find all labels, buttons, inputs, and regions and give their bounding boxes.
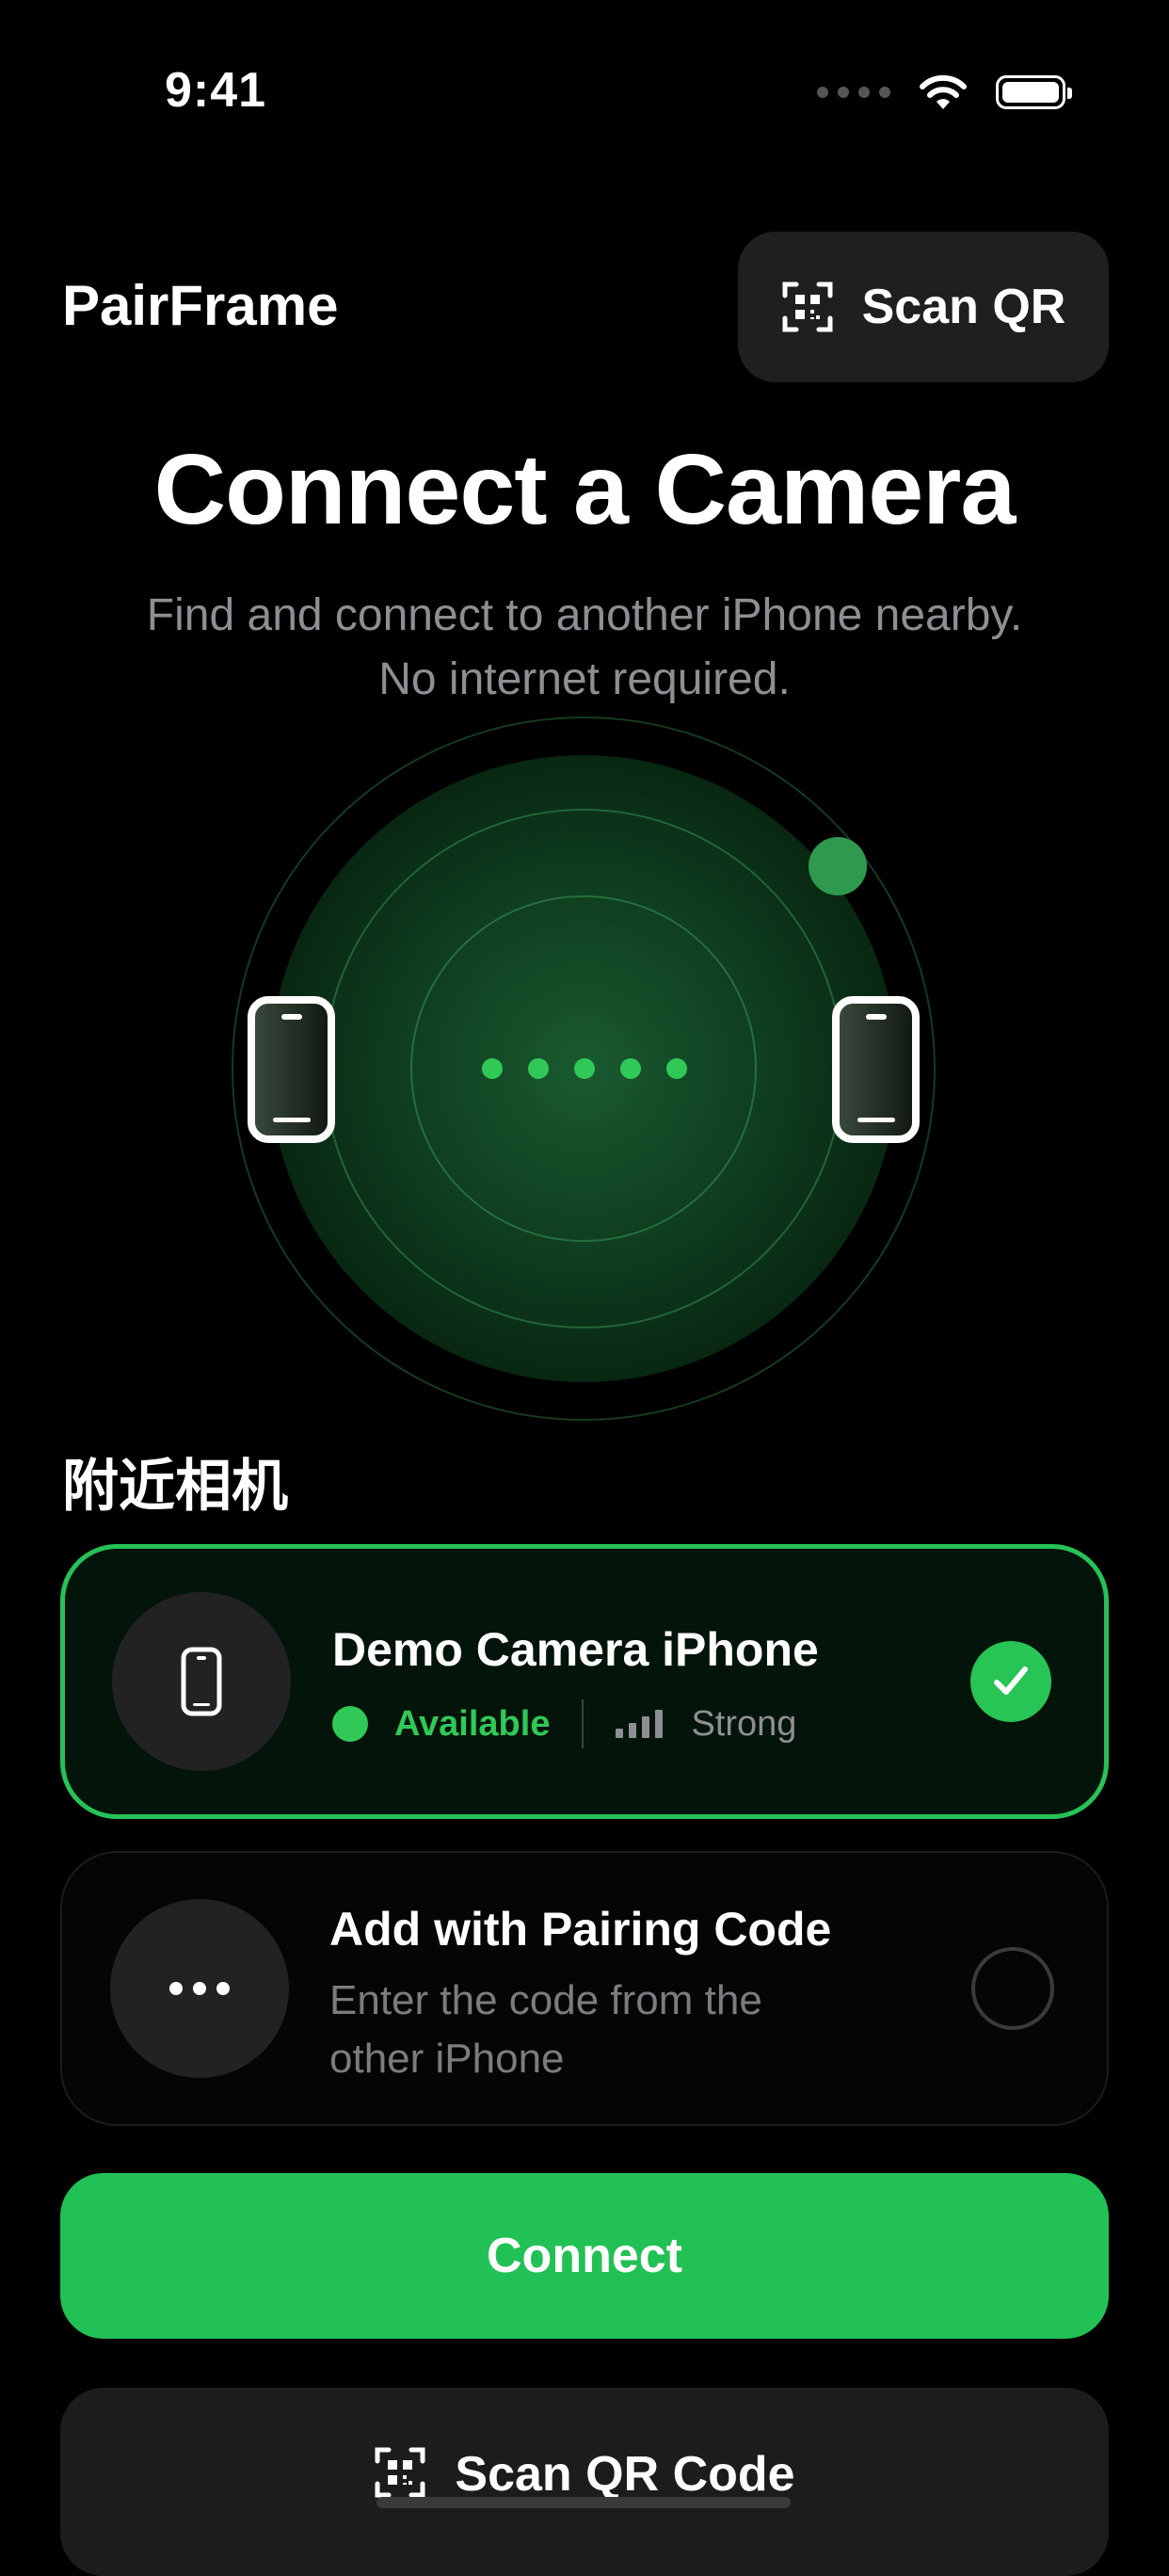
connect-button[interactable]: Connect <box>60 2173 1109 2339</box>
qr-scan-icon <box>375 2447 425 2498</box>
battery-icon <box>996 75 1072 109</box>
meta-divider <box>582 1699 584 1748</box>
unselected-radio-icon <box>971 1947 1054 2030</box>
status-icons <box>817 73 1072 111</box>
device-avatar <box>112 1592 291 1771</box>
pairing-code-title: Add with Pairing Code <box>329 1903 832 1956</box>
pairing-code-description: Enter the code from the other iPhone <box>329 1977 762 2082</box>
home-indicator[interactable] <box>376 2497 791 2508</box>
ellipsis-icon <box>169 1982 230 1995</box>
page-subtitle: Find and connect to another iPhone nearb… <box>0 584 1169 712</box>
subtitle-line-1: Find and connect to another iPhone nearb… <box>146 590 1023 640</box>
scan-qr-code-label: Scan QR Code <box>455 2447 795 2502</box>
page-headline: Connect a Camera <box>153 434 1017 545</box>
signal-bars-icon <box>616 1710 664 1738</box>
device-card-pairing-code[interactable]: Add with Pairing Code Enter the code fro… <box>60 1851 1109 2126</box>
scan-qr-label: Scan QR <box>861 280 1066 334</box>
qr-scan-icon <box>782 282 833 332</box>
pairing-avatar <box>110 1899 289 2078</box>
subtitle-line-2: No internet required. <box>378 654 791 704</box>
selected-checkmark-icon <box>970 1641 1051 1722</box>
wifi-icon <box>920 74 967 109</box>
status-time: 9:41 <box>165 63 267 118</box>
left-iphone-icon <box>248 996 335 1143</box>
app-title: PairFrame <box>62 274 339 337</box>
available-status-dot <box>332 1706 368 1742</box>
iphone-icon <box>181 1647 222 1716</box>
device-meta: Available Strong <box>332 1699 796 1748</box>
device-card-demo-camera[interactable]: Demo Camera iPhone Available Strong <box>60 1544 1109 1819</box>
right-iphone-icon <box>832 996 920 1143</box>
device-name: Demo Camera iPhone <box>332 1623 819 1676</box>
scan-qr-code-button[interactable]: Scan QR Code <box>60 2388 1109 2576</box>
signal-strength: Strong <box>691 1703 797 1744</box>
cellular-dots-icon <box>817 87 890 98</box>
device-status: Available <box>394 1703 551 1744</box>
radar-illustration <box>232 716 936 1421</box>
nearby-cameras-title: 附近相机 <box>62 1455 288 1518</box>
scan-qr-button[interactable]: Scan QR <box>738 232 1109 382</box>
radar-blip <box>809 837 867 895</box>
